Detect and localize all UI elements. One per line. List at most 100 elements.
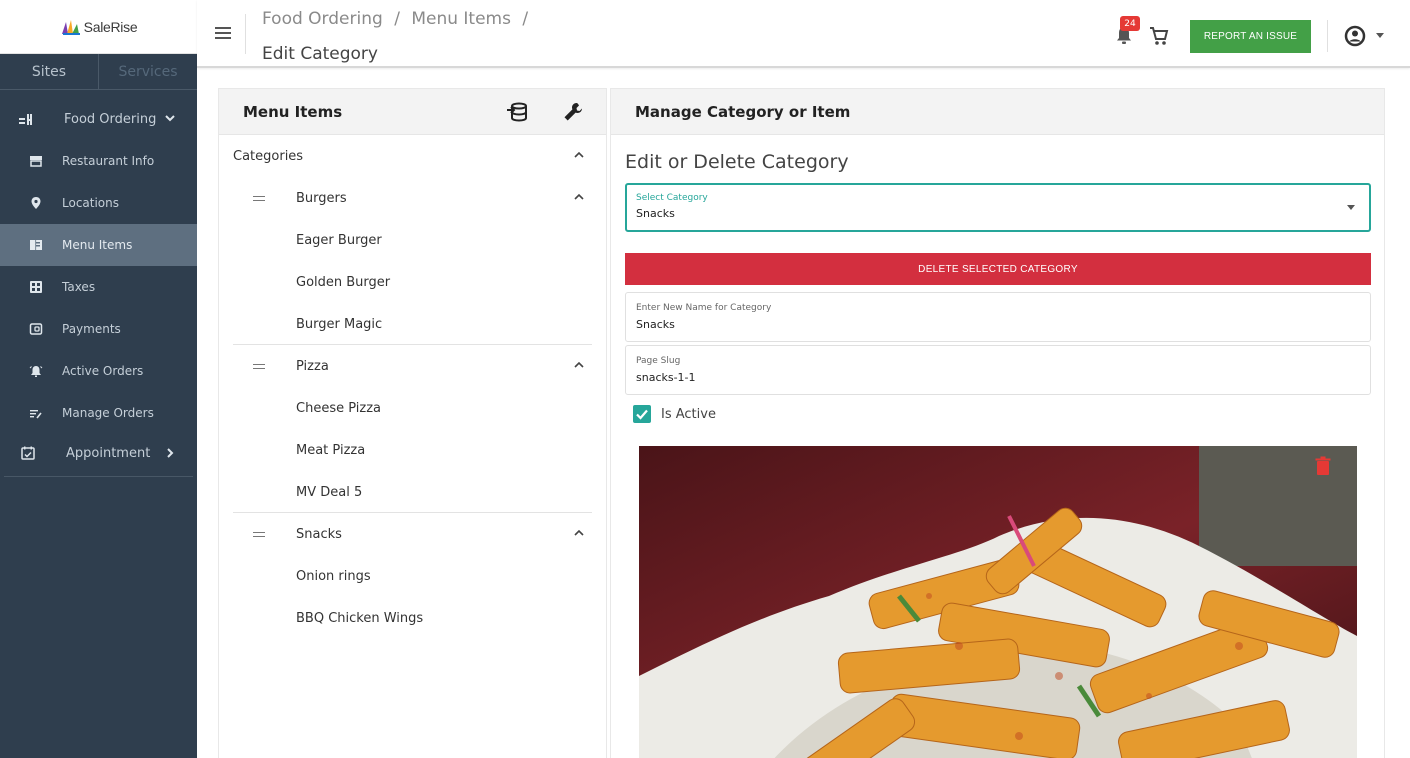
category-select[interactable]: Select Category Snacks [625,183,1371,232]
menu-item-name: Burger Magic [296,316,383,332]
breadcrumb-food-ordering[interactable]: Food Ordering [262,9,383,29]
site-tabs: Sites Services [0,54,197,90]
list-item[interactable]: Burger Magic [233,303,592,345]
breadcrumb-separator: / [394,9,400,29]
food-icon [18,111,34,127]
chevron-up-icon[interactable] [574,192,584,202]
menu-item-name: BBQ Chicken Wings [296,610,424,626]
panel-title: Menu Items [243,102,343,121]
drag-handle-icon[interactable] [253,364,265,369]
chevron-up-icon[interactable] [574,150,584,160]
shopping-cart-icon[interactable] [1149,26,1169,46]
wallet-icon [28,321,44,337]
category-name: Pizza [296,358,329,374]
breadcrumb-separator: / [522,9,529,29]
notification-badge: 24 [1120,16,1140,31]
check-icon [636,409,648,420]
chevron-up-icon[interactable] [574,360,584,370]
category-row-pizza[interactable]: Pizza [233,345,592,387]
sidebar-item-label: Active Orders [62,364,144,378]
category-name-input[interactable]: Enter New Name for Category Snacks [625,292,1371,342]
menu-item-name: MV Deal 5 [296,484,363,500]
list-item[interactable]: BBQ Chicken Wings [233,597,592,639]
list-item[interactable]: Onion rings [233,555,592,597]
category-name: Snacks [296,526,342,542]
menu-item-name: Onion rings [296,568,371,584]
location-pin-icon [28,195,44,211]
panel-title: Manage Category or Item [635,102,851,121]
calculator-icon [28,279,44,295]
list-item[interactable]: MV Deal 5 [233,471,592,513]
breadcrumb: Food Ordering / Menu Items / [262,9,528,29]
alarm-bell-icon [28,363,44,379]
list-item[interactable]: Golden Burger [233,261,592,303]
section-title: Edit or Delete Category [625,151,849,173]
report-issue-button[interactable]: REPORT AN ISSUE [1190,20,1311,53]
menu-book-icon [28,237,44,253]
category-name: Burgers [296,190,347,206]
page-slug-input[interactable]: Page Slug snacks-1-1 [625,345,1371,395]
account-dropdown-caret-icon[interactable] [1376,33,1384,38]
sidebar-group-label: Food Ordering [64,111,157,127]
is-active-label[interactable]: Is Active [661,407,716,422]
category-row-burgers[interactable]: Burgers [233,177,592,219]
delete-category-button[interactable]: DELETE SELECTED CATEGORY [625,253,1371,285]
sidebar-item-label: Locations [62,196,120,210]
drag-handle-icon[interactable] [253,196,265,201]
category-image [639,446,1357,758]
tree-root-categories[interactable]: Categories [233,135,592,177]
dropdown-arrow-icon[interactable] [1347,205,1355,210]
category-select-value: Snacks [636,207,675,220]
account-circle-icon[interactable] [1344,25,1366,47]
category-select-label: Select Category [636,193,708,203]
list-item[interactable]: Meat Pizza [233,429,592,471]
chevron-down-icon [165,115,175,122]
sidebar-group-appointment[interactable]: Appointment [0,434,197,472]
sidebar-item-payments[interactable]: Payments [0,308,197,350]
menu-item-name: Eager Burger [296,232,382,248]
drag-handle-icon[interactable] [253,532,265,537]
sidebar-group-label: Appointment [66,445,151,461]
manage-category-panel: Manage Category or Item Edit or Delete C… [610,88,1385,758]
sidebar-item-menu-items[interactable]: Menu Items [0,224,197,266]
salerise-logo-icon [61,19,80,35]
category-name-label: Enter New Name for Category [636,303,772,313]
tab-sites[interactable]: Sites [0,54,98,89]
category-row-snacks[interactable]: Snacks [233,513,592,555]
list-item[interactable]: Cheese Pizza [233,387,592,429]
top-header: Food Ordering / Menu Items / Edit Catego… [197,0,1410,68]
sidebar-group-food-ordering[interactable]: Food Ordering [0,98,197,140]
header-divider [1327,20,1328,52]
category-name-value: Snacks [636,318,675,331]
list-item[interactable]: Eager Burger [233,219,592,261]
sidebar-item-locations[interactable]: Locations [0,182,197,224]
brand-logo[interactable]: SaleRise [0,0,197,54]
brand-name: SaleRise [83,18,138,35]
menu-item-name: Golden Burger [296,274,391,290]
sidebar: SaleRise Sites Services Food Ordering Re… [0,0,197,758]
sidebar-item-manage-orders[interactable]: Manage Orders [0,392,197,434]
tab-services[interactable]: Services [98,54,197,89]
sidebar-item-taxes[interactable]: Taxes [0,266,197,308]
menu-item-name: Cheese Pizza [296,400,381,416]
sidebar-item-restaurant-info[interactable]: Restaurant Info [0,140,197,182]
page-slug-value: snacks-1-1 [636,371,696,384]
calendar-check-icon [20,445,36,461]
menu-items-panel-header: Menu Items [219,89,606,135]
page-slug-label: Page Slug [636,356,681,366]
menu-item-name: Meat Pizza [296,442,366,458]
database-import-icon[interactable] [506,101,528,123]
tree-root-label: Categories [233,148,304,164]
is-active-checkbox[interactable] [633,405,651,423]
chevron-right-icon [167,448,174,458]
sidebar-divider [4,476,193,477]
sidebar-item-active-orders[interactable]: Active Orders [0,350,197,392]
breadcrumb-menu-items[interactable]: Menu Items [411,9,511,29]
header-divider [245,14,246,54]
hamburger-menu-icon[interactable] [215,27,231,39]
wrench-icon[interactable] [562,101,584,123]
chevron-up-icon[interactable] [574,528,584,538]
list-edit-icon [28,405,44,421]
delete-image-trash-icon[interactable] [1314,456,1332,476]
sidebar-item-label: Payments [62,322,121,336]
